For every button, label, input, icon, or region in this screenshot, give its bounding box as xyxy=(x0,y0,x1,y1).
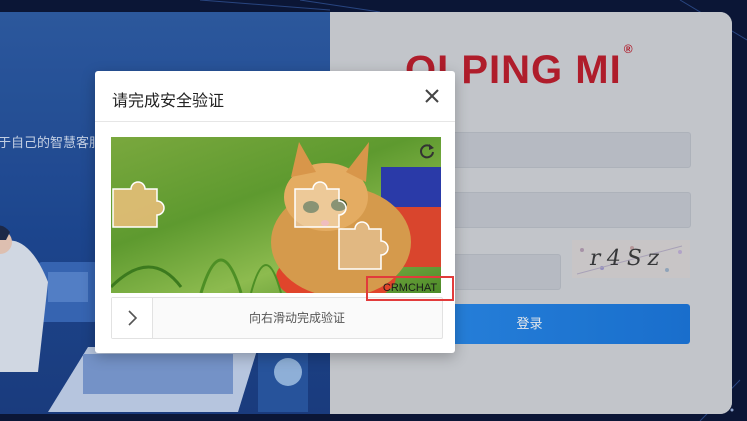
close-icon[interactable] xyxy=(421,85,443,107)
slider-handle[interactable] xyxy=(112,298,153,338)
draggable-puzzle-piece xyxy=(112,181,165,228)
crmchat-highlight-label: CRMCHAT xyxy=(366,276,454,301)
dialog-header: 请完成安全验证 xyxy=(95,71,455,122)
dialog-title: 请完成安全验证 xyxy=(112,93,225,110)
security-verification-dialog: 请完成安全验证 向右滑动完成验证 xyxy=(95,71,455,353)
puzzle-image xyxy=(111,137,441,293)
puzzle-decoy-slot xyxy=(338,221,389,270)
puzzle-pieces xyxy=(112,181,389,270)
chevron-right-icon xyxy=(128,310,138,326)
puzzle-target-slot xyxy=(294,181,347,228)
refresh-icon[interactable] xyxy=(417,141,437,161)
slider-hint: 向右滑动完成验证 xyxy=(248,311,345,325)
slider-track[interactable]: 向右滑动完成验证 xyxy=(111,297,443,339)
